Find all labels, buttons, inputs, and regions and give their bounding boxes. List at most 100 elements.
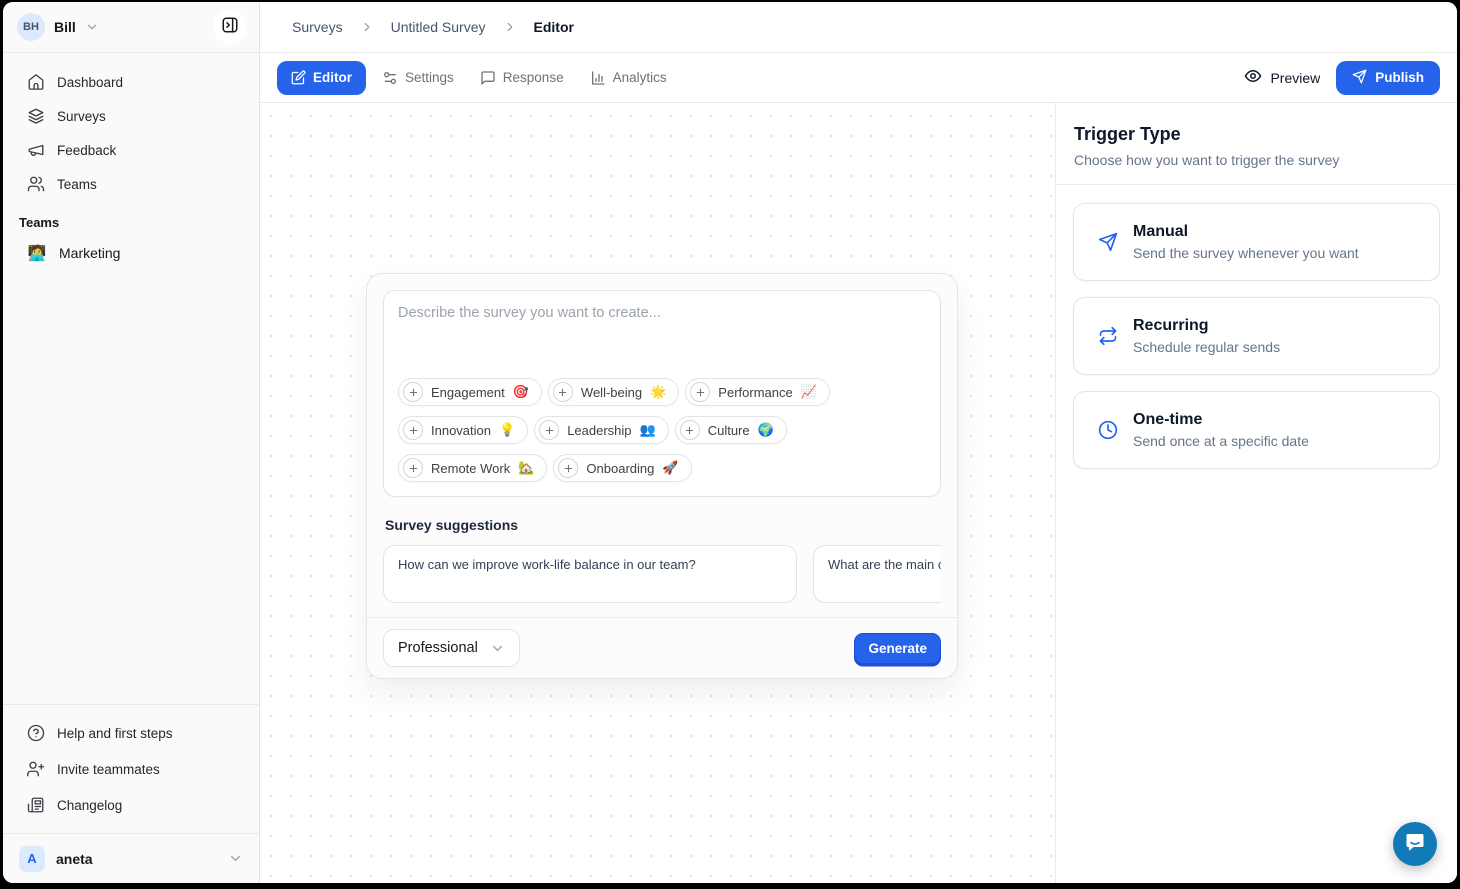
sidebar-collapse-button[interactable] (213, 10, 247, 44)
topic-chip-performance[interactable]: Performance 📈 (685, 378, 830, 406)
topic-chip-well-being[interactable]: Well-being 🌟 (548, 378, 679, 406)
survey-prompt-input[interactable] (398, 305, 926, 367)
tab-bar-actions: Preview Publish (1244, 61, 1440, 95)
chip-label: Onboarding (586, 461, 654, 476)
tab-response[interactable]: Response (470, 61, 574, 95)
trigger-option-one-time[interactable]: One-time Send once at a specific date (1073, 391, 1440, 469)
topic-chips: Engagement 🎯 Well-being 🌟 Performance (398, 378, 926, 482)
chevron-right-icon (360, 20, 374, 34)
builder-footer: Professional Generate (367, 617, 957, 678)
user-plus-icon (27, 760, 45, 778)
tab-editor[interactable]: Editor (277, 61, 366, 95)
chat-launcher-button[interactable] (1393, 822, 1437, 866)
plus-icon (403, 458, 423, 478)
workarea: Engagement 🎯 Well-being 🌟 Performance (260, 103, 1457, 883)
tab-label: Response (503, 70, 564, 85)
chip-emoji: 💡 (499, 422, 515, 438)
sidebar-item-feedback[interactable]: Feedback (15, 133, 247, 167)
sidebar-item-help[interactable]: Help and first steps (15, 715, 247, 751)
sidebar-item-label: Changelog (57, 798, 122, 813)
trigger-option-recurring[interactable]: Recurring Schedule regular sends (1073, 297, 1440, 375)
topic-chip-onboarding[interactable]: Onboarding 🚀 (553, 454, 691, 482)
teams-section-label: Teams (3, 201, 259, 236)
layers-icon (27, 107, 45, 125)
topic-chip-engagement[interactable]: Engagement 🎯 (398, 378, 542, 406)
preview-button[interactable]: Preview (1244, 67, 1320, 88)
chip-label: Leadership (567, 423, 631, 438)
tab-bar: Editor Settings Response Analytics (260, 53, 1457, 103)
edit-square-icon (291, 70, 306, 85)
suggestion-card[interactable]: How can we improve work-life balance in … (383, 545, 797, 603)
repeat-icon (1098, 326, 1118, 346)
home-icon (27, 73, 45, 91)
help-circle-icon (27, 724, 45, 742)
user-name: aneta (56, 851, 93, 867)
publish-button[interactable]: Publish (1336, 61, 1440, 95)
sidebar-item-marketing[interactable]: 🧑‍💻 Marketing (15, 236, 247, 270)
user-menu[interactable]: A aneta (3, 833, 259, 883)
breadcrumb: Surveys Untitled Survey Editor (260, 2, 1457, 53)
option-title: One-time (1133, 408, 1309, 431)
panel-subtitle: Choose how you want to trigger the surve… (1074, 152, 1439, 168)
tone-value: Professional (398, 640, 478, 656)
tab-settings[interactable]: Settings (372, 61, 464, 95)
send-icon (1098, 232, 1118, 252)
survey-suggestions: Survey suggestions How can we improve wo… (367, 517, 957, 603)
newspaper-icon (27, 796, 45, 814)
publish-label: Publish (1375, 70, 1424, 85)
megaphone-icon (27, 141, 45, 159)
user-avatar: A (19, 846, 45, 872)
trigger-options: Manual Send the survey whenever you want… (1056, 185, 1457, 487)
option-description: Schedule regular sends (1133, 337, 1280, 358)
workspace-avatar: BH (17, 13, 45, 41)
chevron-down-icon (228, 851, 243, 866)
sliders-icon (382, 70, 398, 86)
chip-label: Remote Work (431, 461, 510, 476)
sidebar-item-invite[interactable]: Invite teammates (15, 751, 247, 787)
prompt-card: Engagement 🎯 Well-being 🌟 Performance (383, 290, 941, 497)
plus-icon (403, 420, 423, 440)
sidebar-nav: Dashboard Surveys Feedback Teams (3, 53, 259, 201)
topic-chip-innovation[interactable]: Innovation 💡 (398, 416, 528, 444)
sidebar-item-label: Teams (57, 177, 97, 192)
generate-button[interactable]: Generate (854, 633, 941, 664)
chip-emoji: 👥 (640, 422, 656, 438)
sidebar-item-label: Invite teammates (57, 762, 160, 777)
option-title: Recurring (1133, 314, 1280, 337)
breadcrumb-untitled-survey[interactable]: Untitled Survey (391, 19, 486, 35)
option-description: Send the survey whenever you want (1133, 243, 1359, 264)
topic-chip-remote-work[interactable]: Remote Work 🏡 (398, 454, 547, 482)
tab-label: Analytics (613, 70, 667, 85)
tab-analytics[interactable]: Analytics (580, 61, 677, 95)
sidebar-item-teams[interactable]: Teams (15, 167, 247, 201)
sidebar-item-label: Feedback (57, 143, 116, 158)
sidebar-item-surveys[interactable]: Surveys (15, 99, 247, 133)
topic-chip-culture[interactable]: Culture 🌍 (675, 416, 787, 444)
plus-icon (690, 382, 710, 402)
app-window: BH Bill Dashboard Surv (3, 2, 1457, 883)
sidebar-item-changelog[interactable]: Changelog (15, 787, 247, 823)
tone-select[interactable]: Professional (383, 629, 520, 667)
suggestion-card[interactable]: What are the main ob (813, 545, 941, 603)
chip-label: Engagement (431, 385, 505, 400)
workspace-switcher[interactable]: BH Bill (3, 2, 259, 53)
message-square-icon (480, 70, 496, 86)
plus-icon (553, 382, 573, 402)
suggestions-row: How can we improve work-life balance in … (383, 545, 941, 603)
team-emoji: 🧑‍💻 (27, 244, 47, 262)
clock-icon (1098, 420, 1118, 440)
eye-icon (1244, 67, 1262, 88)
chip-label: Innovation (431, 423, 491, 438)
bar-chart-icon (590, 70, 606, 86)
trigger-option-manual[interactable]: Manual Send the survey whenever you want (1073, 203, 1440, 281)
chip-emoji: 🌍 (758, 422, 774, 438)
sidebar-item-dashboard[interactable]: Dashboard (15, 65, 247, 99)
topic-chip-leadership[interactable]: Leadership 👥 (534, 416, 669, 444)
sidebar-item-label: Help and first steps (57, 726, 173, 741)
chip-emoji: 🏡 (518, 460, 534, 476)
suggestions-title: Survey suggestions (385, 517, 939, 533)
plus-icon (680, 420, 700, 440)
tab-label: Settings (405, 70, 454, 85)
breadcrumb-surveys[interactable]: Surveys (292, 19, 343, 35)
editor-canvas[interactable]: Engagement 🎯 Well-being 🌟 Performance (260, 103, 1055, 883)
